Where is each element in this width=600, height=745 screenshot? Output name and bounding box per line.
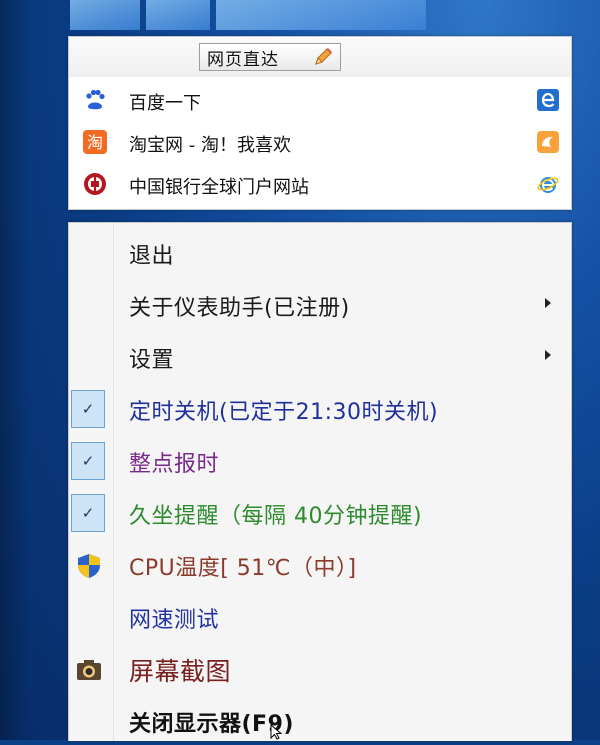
taobao-icon: 淘 [83,130,107,154]
menu-item-label: 关于仪表助手(已注册) [129,296,350,321]
menu-item-exit[interactable]: 退出 [69,229,571,277]
menu-item-speed-test[interactable]: 网速测试 [69,593,571,641]
bank-of-china-icon [84,173,106,195]
menu-item-label: 设置 [129,348,175,373]
submenu-arrow-icon [545,350,551,360]
quick-link-boc[interactable]: 中国银行全球门户网站 [69,163,571,205]
menu-item-sitting-reminder[interactable]: ✓ 久坐提醒（每隔 40分钟提醒) [69,489,571,537]
uc-browser-icon [537,131,559,153]
web-direct-button[interactable]: 网页直达 [199,43,341,71]
menu-item-screenshot[interactable]: 屏幕截图 [69,645,571,693]
svg-text:淘: 淘 [87,133,103,152]
shield-icon [78,554,100,578]
menu-item-turn-off-display[interactable]: 关闭显示器(F9) [69,697,571,745]
mouse-cursor-icon [270,724,283,740]
quick-links-header: 网页直达 [69,37,571,77]
internet-explorer-icon [537,177,559,193]
menu-item-label: 网速测试 [129,608,220,633]
quick-link-label: 中国银行全球门户网站 [129,177,309,198]
menu-item-settings[interactable]: 设置 [69,333,571,381]
checkmark-icon: ✓ [71,442,105,480]
menu-item-hourly-chime[interactable]: ✓ 整点报时 [69,437,571,485]
quick-link-taobao[interactable]: 淘 淘宝网 - 淘！我喜欢 [69,121,571,163]
quick-link-baidu[interactable]: 百度一下 [69,79,571,121]
web-direct-label: 网页直达 [207,49,279,70]
windows-logo-pane [146,0,210,30]
camera-icon [77,660,101,680]
checkmark-icon: ✓ [71,390,105,428]
submenu-arrow-icon [545,298,551,308]
menu-item-label: 退出 [129,244,175,269]
context-menu: 退出 关于仪表助手(已注册) 设置 ✓ 定时关机(已定于21:30时关机) ✓ … [68,222,572,741]
menu-item-label: 整点报时 [129,452,220,477]
windows-logo-pane [216,0,426,30]
quick-link-label: 百度一下 [129,93,201,114]
pencil-icon [315,48,332,65]
windows-logo-pane [70,0,140,30]
menu-item-label: 屏幕截图 [129,657,232,686]
quick-link-label: 淘宝网 - 淘！我喜欢 [129,135,291,156]
menu-item-scheduled-shutdown[interactable]: ✓ 定时关机(已定于21:30时关机) [69,385,571,433]
checkmark-icon: ✓ [71,494,105,532]
baidu-paw-icon [86,89,105,110]
menu-item-cpu-temperature[interactable]: CPU温度[ 51℃（中）] [69,541,571,589]
quick-links-panel: 网页直达 百度一下 淘 淘宝网 - 淘！我喜欢 中国银行全球门户网站 [68,36,572,210]
quick-links-list: 百度一下 淘 淘宝网 - 淘！我喜欢 中国银行全球门户网站 [69,79,571,205]
menu-item-about[interactable]: 关于仪表助手(已注册) [69,281,571,329]
menu-item-label: 定时关机(已定于21:30时关机) [129,400,439,425]
menu-item-label: 久坐提醒（每隔 40分钟提醒) [129,504,423,529]
ie-edge-icon [537,89,559,111]
menu-item-label: CPU温度[ 51℃（中）] [129,556,357,581]
